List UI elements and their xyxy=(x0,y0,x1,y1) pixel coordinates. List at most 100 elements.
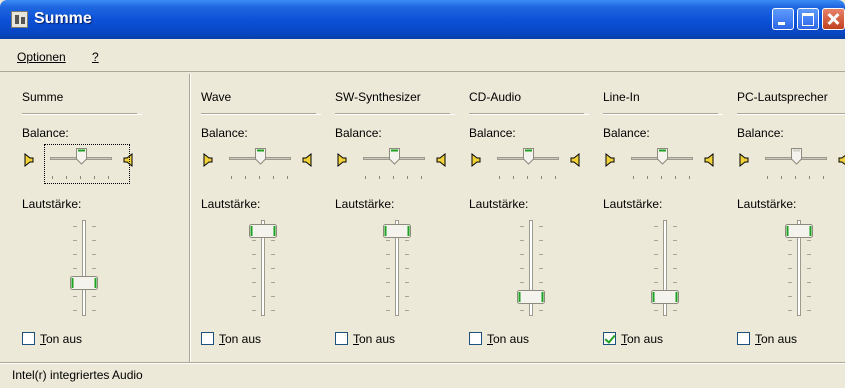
volume-tick xyxy=(271,296,275,297)
volume-slider-thumb[interactable] xyxy=(249,224,277,239)
volume-tick xyxy=(539,240,543,241)
volume-tick xyxy=(654,240,658,241)
channel-name: Line-In xyxy=(603,90,640,104)
volume-tick xyxy=(271,268,275,269)
channel-header-separator xyxy=(603,113,723,115)
volume-label: Lautstärke: xyxy=(469,197,529,211)
speaker-right-icon xyxy=(302,152,314,168)
speaker-right-icon xyxy=(436,152,448,168)
checkbox-unchecked-icon[interactable] xyxy=(201,332,214,345)
balance-tick xyxy=(689,176,690,179)
channel-name: PC-Lautsprecher xyxy=(737,90,828,104)
volume-slider-track[interactable] xyxy=(82,220,86,316)
balance-tick xyxy=(393,176,394,179)
mute-checkbox[interactable]: Ton aus xyxy=(603,332,663,346)
balance-tick xyxy=(633,176,634,179)
balance-tick xyxy=(661,176,662,179)
checkbox-unchecked-icon[interactable] xyxy=(22,332,35,345)
checkbox-unchecked-icon[interactable] xyxy=(737,332,750,345)
volume-tick xyxy=(520,282,524,283)
mute-checkbox[interactable]: Ton aus xyxy=(201,332,261,346)
window-title: Summe xyxy=(34,10,92,27)
volume-tick xyxy=(252,240,256,241)
speaker-left-icon xyxy=(335,152,347,168)
volume-tick xyxy=(520,268,524,269)
volume-tick xyxy=(788,240,792,241)
volume-tick xyxy=(271,254,275,255)
volume-tick xyxy=(788,254,792,255)
volume-tick xyxy=(654,226,658,227)
minimize-button[interactable] xyxy=(772,8,794,30)
volume-tick xyxy=(386,268,390,269)
volume-slider-thumb[interactable] xyxy=(70,275,98,290)
balance-tick xyxy=(823,176,824,179)
volume-slider-thumb[interactable] xyxy=(651,289,679,304)
volume-slider-thumb[interactable] xyxy=(785,224,813,239)
volume-tick xyxy=(539,254,543,255)
menu-options[interactable]: Optionen xyxy=(17,50,66,64)
volume-slider-thumb[interactable] xyxy=(383,224,411,239)
balance-tick xyxy=(647,176,648,179)
balance-tick xyxy=(781,176,782,179)
volume-tick xyxy=(386,240,390,241)
volume-tick xyxy=(807,282,811,283)
balance-slider-thumb[interactable] xyxy=(522,148,534,165)
volume-tick xyxy=(386,310,390,311)
mute-label: Ton aus xyxy=(487,332,530,346)
balance-slider-thumb[interactable] xyxy=(790,148,802,165)
volume-tick xyxy=(673,254,677,255)
volume-tick xyxy=(788,268,792,269)
volume-tick xyxy=(807,296,811,297)
volume-tick xyxy=(520,240,524,241)
speaker-left-icon xyxy=(737,152,749,168)
menu-bar: Optionen ? xyxy=(0,46,845,68)
balance-slider-thumb[interactable] xyxy=(656,148,668,165)
volume-tick xyxy=(405,310,409,311)
balance-tick xyxy=(259,176,260,179)
volume-control-app-icon[interactable] xyxy=(11,11,28,28)
channel-cd-audio: CD-Audio Balance: Lautstärke: Ton aus xyxy=(469,74,599,362)
checkbox-unchecked-icon[interactable] xyxy=(469,332,482,345)
master-divider-highlight xyxy=(190,74,191,362)
checkbox-checked-icon[interactable] xyxy=(603,332,616,345)
volume-tick xyxy=(73,310,77,311)
volume-tick xyxy=(539,310,543,311)
volume-tick xyxy=(73,240,77,241)
volume-tick xyxy=(92,240,96,241)
volume-tick xyxy=(654,310,658,311)
close-button[interactable] xyxy=(822,8,845,30)
maximize-button[interactable] xyxy=(797,8,819,30)
volume-tick xyxy=(73,226,77,227)
mute-checkbox[interactable]: Ton aus xyxy=(737,332,797,346)
volume-tick xyxy=(92,310,96,311)
channel-header-separator xyxy=(469,113,589,115)
menu-help[interactable]: ? xyxy=(92,50,99,64)
volume-tick xyxy=(654,268,658,269)
volume-tick xyxy=(788,296,792,297)
volume-tick xyxy=(386,282,390,283)
volume-slider-thumb[interactable] xyxy=(517,289,545,304)
balance-tick xyxy=(231,176,232,179)
mute-checkbox[interactable]: Ton aus xyxy=(469,332,529,346)
channel-name: Wave xyxy=(201,90,232,104)
mute-checkbox[interactable]: Ton aus xyxy=(22,332,82,346)
mute-label: Ton aus xyxy=(353,332,396,346)
volume-tick xyxy=(271,240,275,241)
volume-tick xyxy=(386,254,390,255)
mute-checkbox[interactable]: Ton aus xyxy=(335,332,395,346)
balance-tick xyxy=(541,176,542,179)
title-bar[interactable]: Summe xyxy=(0,0,845,39)
balance-slider-thumb[interactable] xyxy=(254,148,266,165)
balance-tick xyxy=(767,176,768,179)
balance-tick xyxy=(365,176,366,179)
volume-tick xyxy=(539,268,543,269)
volume-tick xyxy=(673,240,677,241)
checkbox-unchecked-icon[interactable] xyxy=(335,332,348,345)
channel-pc-lautsprecher: PC-Lautsprecher Balance: Lautstärke: Ton au… xyxy=(737,74,845,362)
volume-tick xyxy=(807,240,811,241)
volume-tick xyxy=(252,310,256,311)
balance-label: Balance: xyxy=(603,126,650,140)
balance-tick xyxy=(527,176,528,179)
balance-slider-thumb[interactable] xyxy=(388,148,400,165)
status-bar: Intel(r) integriertes Audio xyxy=(0,362,845,388)
